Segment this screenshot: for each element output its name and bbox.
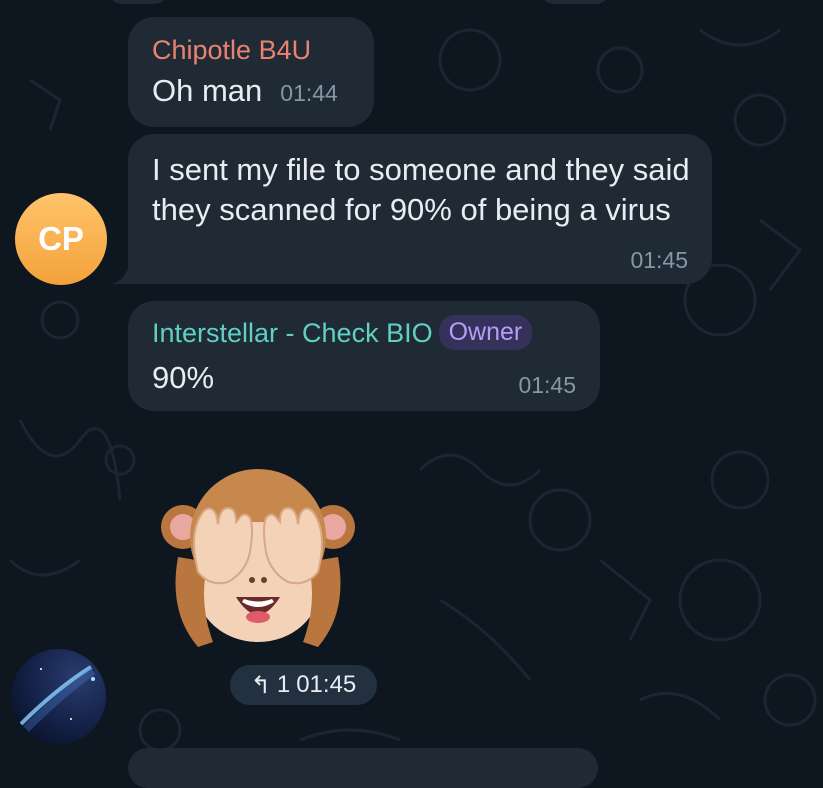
message-bubble[interactable]: Chipotle B4U Oh man 01:44 (128, 17, 374, 127)
sender-name[interactable]: Chipotle B4U (152, 33, 350, 67)
message-bubble[interactable]: I sent my file to someone and they said … (128, 134, 712, 284)
message-bubble[interactable]: Interstellar - Check BIO Owner 90% 01:45 (128, 301, 600, 411)
avatar-initials: CP (38, 220, 84, 257)
reply-arrow-icon: ↰ (250, 671, 271, 699)
see-no-evil-monkey-sticker[interactable] (158, 462, 358, 662)
comet-icon (19, 665, 96, 732)
message-time: 01:44 (280, 80, 338, 106)
sender-name[interactable]: Interstellar - Check BIO (152, 316, 433, 350)
owner-badge: Owner (438, 315, 533, 350)
avatar-interstellar[interactable] (11, 649, 106, 744)
message-time: 01:45 (630, 247, 688, 273)
message-text: Oh man (152, 73, 263, 108)
message-time: 01:45 (296, 671, 357, 698)
previous-message-bubble-2 (540, 0, 610, 4)
reply-count: 1 (276, 671, 291, 698)
message-text: I sent my file to someone and they said … (152, 152, 690, 227)
sticker-meta[interactable]: ↰ 1 01:45 (230, 665, 377, 705)
message-text: 90% (152, 360, 215, 395)
avatar-cp[interactable]: CP (15, 193, 107, 285)
bubble-tail (112, 262, 136, 284)
message-time: 01:45 (518, 372, 576, 398)
next-message-bubble (128, 748, 598, 788)
